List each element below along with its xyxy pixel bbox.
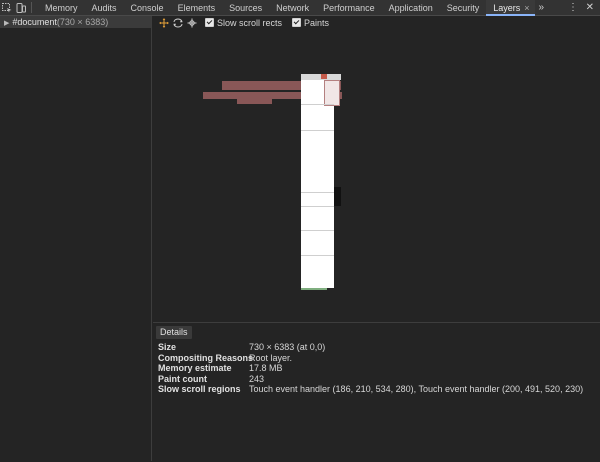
paints-label: Paints (304, 17, 330, 28)
layers-toolbar: Slow scroll rects Paints (153, 16, 600, 29)
tab-label: Sources (229, 2, 263, 13)
details-key: Paint count (158, 373, 207, 384)
tab-layers[interactable]: Layers × (486, 0, 535, 16)
menu-icon[interactable]: ⋮ (568, 0, 578, 16)
layer-paint-marker (321, 74, 327, 79)
tab-details[interactable]: Details (156, 326, 192, 339)
details-value: Touch event handler (186, 210, 534, 280)… (249, 384, 584, 394)
tab-label: Security (446, 2, 480, 13)
tab-application[interactable]: Application (382, 0, 440, 16)
layer-divider (301, 206, 334, 207)
layer-divider (301, 230, 334, 231)
tab-label: Application (388, 2, 433, 13)
details-key: Size (158, 342, 177, 352)
tree-node-label: #document (12, 17, 57, 27)
tab-elements[interactable]: Elements (171, 0, 223, 16)
tree-item-document[interactable]: ▶ #document(730 × 6383) (0, 16, 151, 28)
layers-viewport[interactable] (153, 30, 600, 322)
details-value: 730 × 6383 (at 0,0) (249, 342, 326, 352)
tab-security[interactable]: Security (440, 0, 487, 16)
tab-label: Console (130, 2, 164, 13)
tab-network[interactable]: Network (269, 0, 316, 16)
expand-triangle-icon[interactable]: ▶ (4, 18, 9, 30)
details-key: Compositing Reasons (158, 352, 254, 363)
layer-divider (301, 104, 334, 105)
layer-divider (301, 130, 334, 131)
details-panel: Details Size 730 × 6383 (at 0,0) Compositi… (153, 322, 600, 462)
rotate-mode-icon[interactable] (171, 18, 185, 28)
slow-scroll-rects-label: Slow scroll rects (217, 17, 283, 28)
layer-dark-block (334, 187, 341, 206)
tab-performance[interactable]: Performance (316, 0, 382, 16)
details-value: 17.8 MB (249, 363, 283, 373)
layer-bottom-strip (301, 288, 327, 290)
pan-mode-icon[interactable] (157, 17, 171, 28)
tab-label: Memory (45, 2, 78, 13)
tree-node-size: (730 × 6383) (56, 17, 109, 27)
tab-sources[interactable]: Sources (222, 0, 269, 16)
layer-overlay-box (324, 80, 340, 106)
tab-label: Performance (323, 2, 375, 13)
tab-label: Elements (177, 2, 216, 13)
devtools-tabbar: Memory Audits Console Elements Sources Networ… (0, 0, 600, 16)
tab-label: Network (276, 2, 310, 13)
more-tabs-button[interactable]: » (535, 2, 549, 13)
tab-label: Audits (91, 2, 117, 13)
toolbar-divider (31, 2, 32, 13)
details-value: 243 (249, 373, 265, 384)
details-key: Slow scroll regions (158, 384, 241, 394)
reset-transform-icon[interactable] (185, 18, 199, 28)
layer-divider (301, 255, 334, 256)
tab-memory[interactable]: Memory (38, 0, 85, 16)
tab-label: Layers (493, 2, 521, 13)
tab-strip: Memory Audits Console Elements Sources Networ… (38, 0, 535, 16)
slow-scroll-rect (237, 99, 272, 104)
layer-tree: ▶ #document(730 × 6383) (0, 16, 152, 461)
paints-checkbox[interactable] (292, 18, 302, 27)
tab-audits[interactable]: Audits (85, 0, 124, 16)
close-devtools-icon[interactable]: ✕ (586, 0, 594, 16)
tab-console[interactable]: Console (124, 0, 171, 16)
details-key: Memory estimate (158, 363, 232, 373)
layer-divider (301, 192, 334, 193)
details-value: Root layer. (249, 352, 293, 363)
inspect-icon[interactable] (0, 0, 14, 16)
device-toolbar-icon[interactable] (14, 0, 28, 16)
close-tab-icon[interactable]: × (524, 3, 529, 13)
slow-scroll-rects-checkbox[interactable] (205, 18, 214, 27)
